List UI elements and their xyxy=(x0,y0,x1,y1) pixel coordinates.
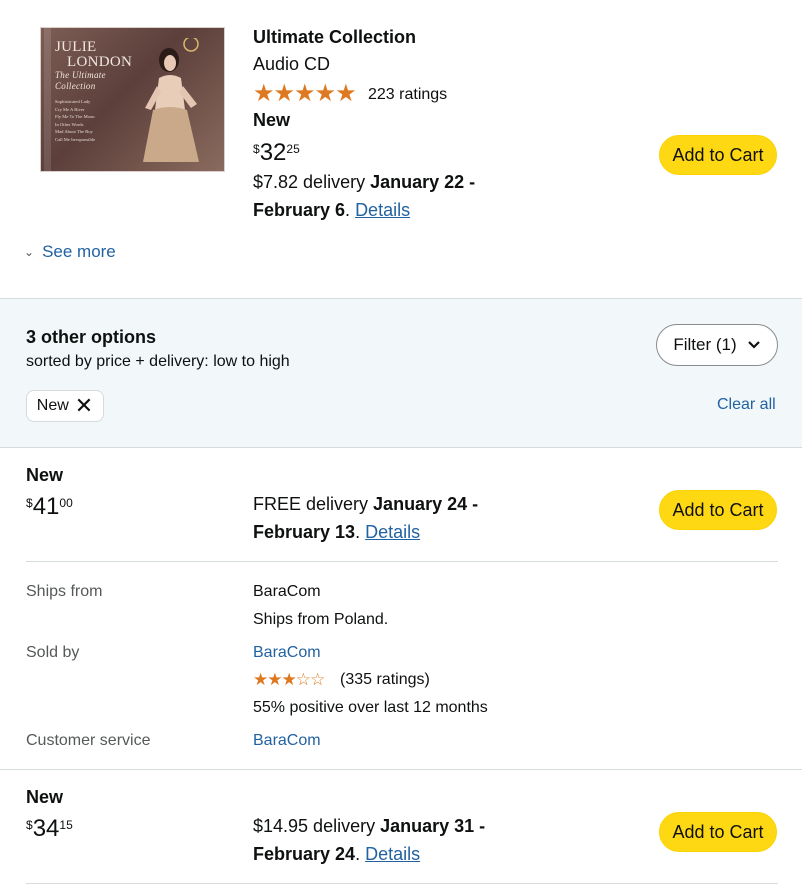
seller-ratings[interactable]: (335 ratings) xyxy=(340,671,430,689)
product-format: Audio CD xyxy=(253,54,331,74)
clear-all-link[interactable]: Clear all xyxy=(717,396,776,414)
delivery-fee: FREE delivery xyxy=(253,494,369,514)
delivery-fee: $7.82 delivery xyxy=(253,172,366,192)
customer-service-link[interactable]: BaraCom xyxy=(253,732,321,750)
filter-chip-new[interactable]: New ✕ xyxy=(26,390,104,422)
offer-price: $3415 xyxy=(26,817,73,841)
offer-price: $4100 xyxy=(26,495,73,519)
chevron-down-icon xyxy=(747,341,760,349)
details-link[interactable]: Details xyxy=(365,522,420,542)
seller-link[interactable]: BaraCom xyxy=(253,644,321,662)
rating-count[interactable]: 223 ratings xyxy=(368,86,447,104)
cover-track: Sophisticated Lady xyxy=(55,99,91,104)
ships-from-note: Ships from Poland. xyxy=(253,611,389,628)
offer-condition: New xyxy=(26,465,64,485)
customer-service-label: Customer service xyxy=(26,732,151,749)
other-options-title: 3 other options xyxy=(26,327,156,347)
other-options-sort: sorted by price + delivery: low to high xyxy=(26,353,290,370)
other-options-banner xyxy=(0,298,802,448)
cover-spine xyxy=(44,28,51,171)
cover-line-3: The Ultimate Collection xyxy=(55,70,106,91)
delivery-fee: $14.95 delivery xyxy=(253,816,376,836)
price-fraction: 00 xyxy=(59,496,73,510)
add-to-cart-button[interactable]: Add to Cart xyxy=(659,135,777,175)
ships-from-value: BaraCom xyxy=(253,583,321,600)
sold-by-label: Sold by xyxy=(26,644,80,661)
filter-label: Filter (1) xyxy=(673,335,737,354)
cover-track: Cry Me A River xyxy=(55,106,85,112)
add-to-cart-button[interactable]: Add to Cart xyxy=(659,490,777,530)
price-whole: 34 xyxy=(32,815,60,842)
cover-portrait xyxy=(143,38,199,162)
close-icon[interactable]: ✕ xyxy=(75,395,93,417)
offer-condition: New xyxy=(26,787,64,807)
main-offer-price: $3225 xyxy=(253,141,300,165)
ships-from-label: Ships from xyxy=(26,583,103,600)
cover-line-2: LONDON xyxy=(67,54,133,70)
cover-track: Fly Me To The Moon xyxy=(55,114,95,120)
add-to-cart-button[interactable]: Add to Cart xyxy=(659,812,777,852)
rating-stars-icon[interactable]: ★★★★★ xyxy=(253,82,357,106)
price-whole: 32 xyxy=(259,139,287,166)
seller-stars-icon[interactable]: ★★★☆☆ xyxy=(253,671,325,688)
price-fraction: 15 xyxy=(59,818,73,832)
see-more-label: See more xyxy=(42,242,116,261)
cover-artist-text: JULIE LONDON The Ultimate Collection xyxy=(55,40,135,92)
product-title[interactable]: Ultimate Collection xyxy=(253,27,416,48)
chip-label: New xyxy=(36,397,69,414)
cover-tracklist: Sophisticated Lady Cry Me A River Fly Me… xyxy=(55,98,125,144)
details-link[interactable]: Details xyxy=(365,844,420,864)
offer-delivery: $14.95 delivery January 31 - February 24… xyxy=(253,816,486,864)
cover-track: Mad About The Boy xyxy=(55,129,93,135)
price-whole: 41 xyxy=(32,493,60,520)
album-cover-image[interactable]: JULIE LONDON The Ultimate Collection Sop… xyxy=(40,27,225,172)
cover-line-1: JULIE xyxy=(55,39,97,55)
main-offer-delivery: $7.82 delivery January 22 - February 6. … xyxy=(253,172,476,220)
see-more-link[interactable]: ⌄ See more xyxy=(24,242,116,262)
divider xyxy=(26,561,778,562)
details-link[interactable]: Details xyxy=(355,200,410,220)
cover-track: In Other Words xyxy=(55,121,84,127)
price-fraction: 25 xyxy=(286,142,300,156)
chevron-down-icon: ⌄ xyxy=(24,245,35,259)
divider xyxy=(26,883,778,884)
main-offer-condition: New xyxy=(253,110,291,130)
price-currency: $ xyxy=(26,818,33,832)
offer-delivery: FREE delivery January 24 - February 13. … xyxy=(253,494,479,542)
price-currency: $ xyxy=(26,496,33,510)
price-currency: $ xyxy=(253,142,260,156)
divider xyxy=(0,769,802,770)
cover-track: Call Me Irresponsible xyxy=(55,136,96,142)
seller-positive-feedback: 55% positive over last 12 months xyxy=(253,699,488,716)
filter-button[interactable]: Filter (1) xyxy=(656,324,778,366)
